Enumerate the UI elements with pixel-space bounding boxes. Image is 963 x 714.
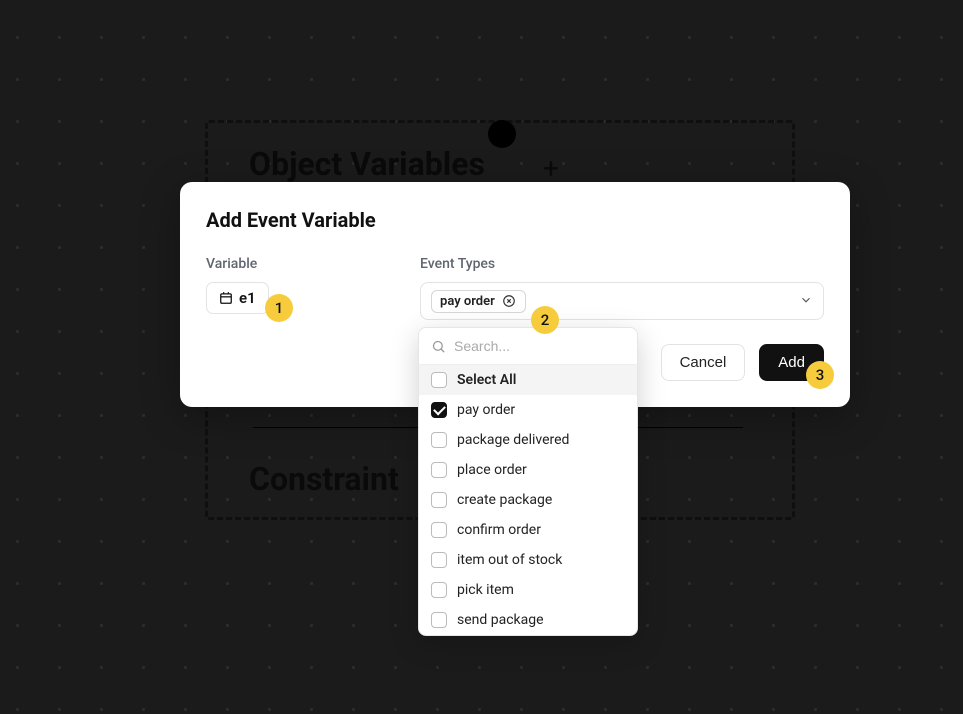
dropdown-search-input[interactable]	[454, 338, 635, 354]
option-label: pick item	[457, 582, 514, 598]
variable-field-label: Variable	[206, 256, 396, 272]
search-icon	[431, 339, 446, 354]
dropdown-option[interactable]: confirm order	[419, 515, 637, 545]
checkbox-icon	[431, 552, 447, 568]
remove-tag-icon[interactable]	[502, 294, 517, 309]
checkbox-icon	[431, 432, 447, 448]
checkbox-icon	[431, 372, 447, 388]
option-label: Select All	[457, 372, 516, 388]
option-label: send package	[457, 612, 544, 628]
chevron-down-icon	[799, 293, 813, 310]
dropdown-search-row	[419, 328, 637, 365]
variable-chip[interactable]: e1	[206, 282, 269, 314]
variable-name: e1	[239, 289, 256, 307]
option-label: confirm order	[457, 522, 541, 538]
option-label: item out of stock	[457, 552, 562, 568]
checkbox-icon	[431, 462, 447, 478]
checkbox-icon	[431, 522, 447, 538]
dropdown-option[interactable]: place order	[419, 455, 637, 485]
event-types-multiselect[interactable]: pay order	[420, 282, 824, 320]
step-badge-1: 1	[265, 294, 293, 322]
dropdown-option[interactable]: create package	[419, 485, 637, 515]
option-label: package delivered	[457, 432, 569, 448]
checkbox-icon	[431, 492, 447, 508]
dropdown-options-list[interactable]: Select All pay order package delivered pla…	[419, 365, 637, 635]
modal-title: Add Event Variable	[206, 208, 824, 232]
option-label: create package	[457, 492, 552, 508]
tag-label: pay order	[440, 294, 495, 309]
step-badge-3: 3	[806, 361, 834, 389]
calendar-icon	[219, 291, 233, 305]
select-all-option[interactable]: Select All	[419, 365, 637, 395]
checkbox-icon	[431, 402, 447, 418]
event-types-field-label: Event Types	[420, 256, 824, 272]
option-label: place order	[457, 462, 527, 478]
option-label: pay order	[457, 402, 515, 418]
dropdown-option[interactable]: pick item	[419, 575, 637, 605]
dropdown-option[interactable]: item out of stock	[419, 545, 637, 575]
dropdown-option[interactable]: pay order	[419, 395, 637, 425]
dropdown-option[interactable]: send package	[419, 605, 637, 635]
cancel-button[interactable]: Cancel	[661, 344, 746, 381]
checkbox-icon	[431, 582, 447, 598]
dropdown-option[interactable]: package delivered	[419, 425, 637, 455]
event-types-dropdown: Select All pay order package delivered pla…	[418, 327, 638, 636]
checkbox-icon	[431, 612, 447, 628]
step-badge-2: 2	[531, 306, 559, 334]
selected-event-type-tag: pay order	[431, 290, 526, 313]
